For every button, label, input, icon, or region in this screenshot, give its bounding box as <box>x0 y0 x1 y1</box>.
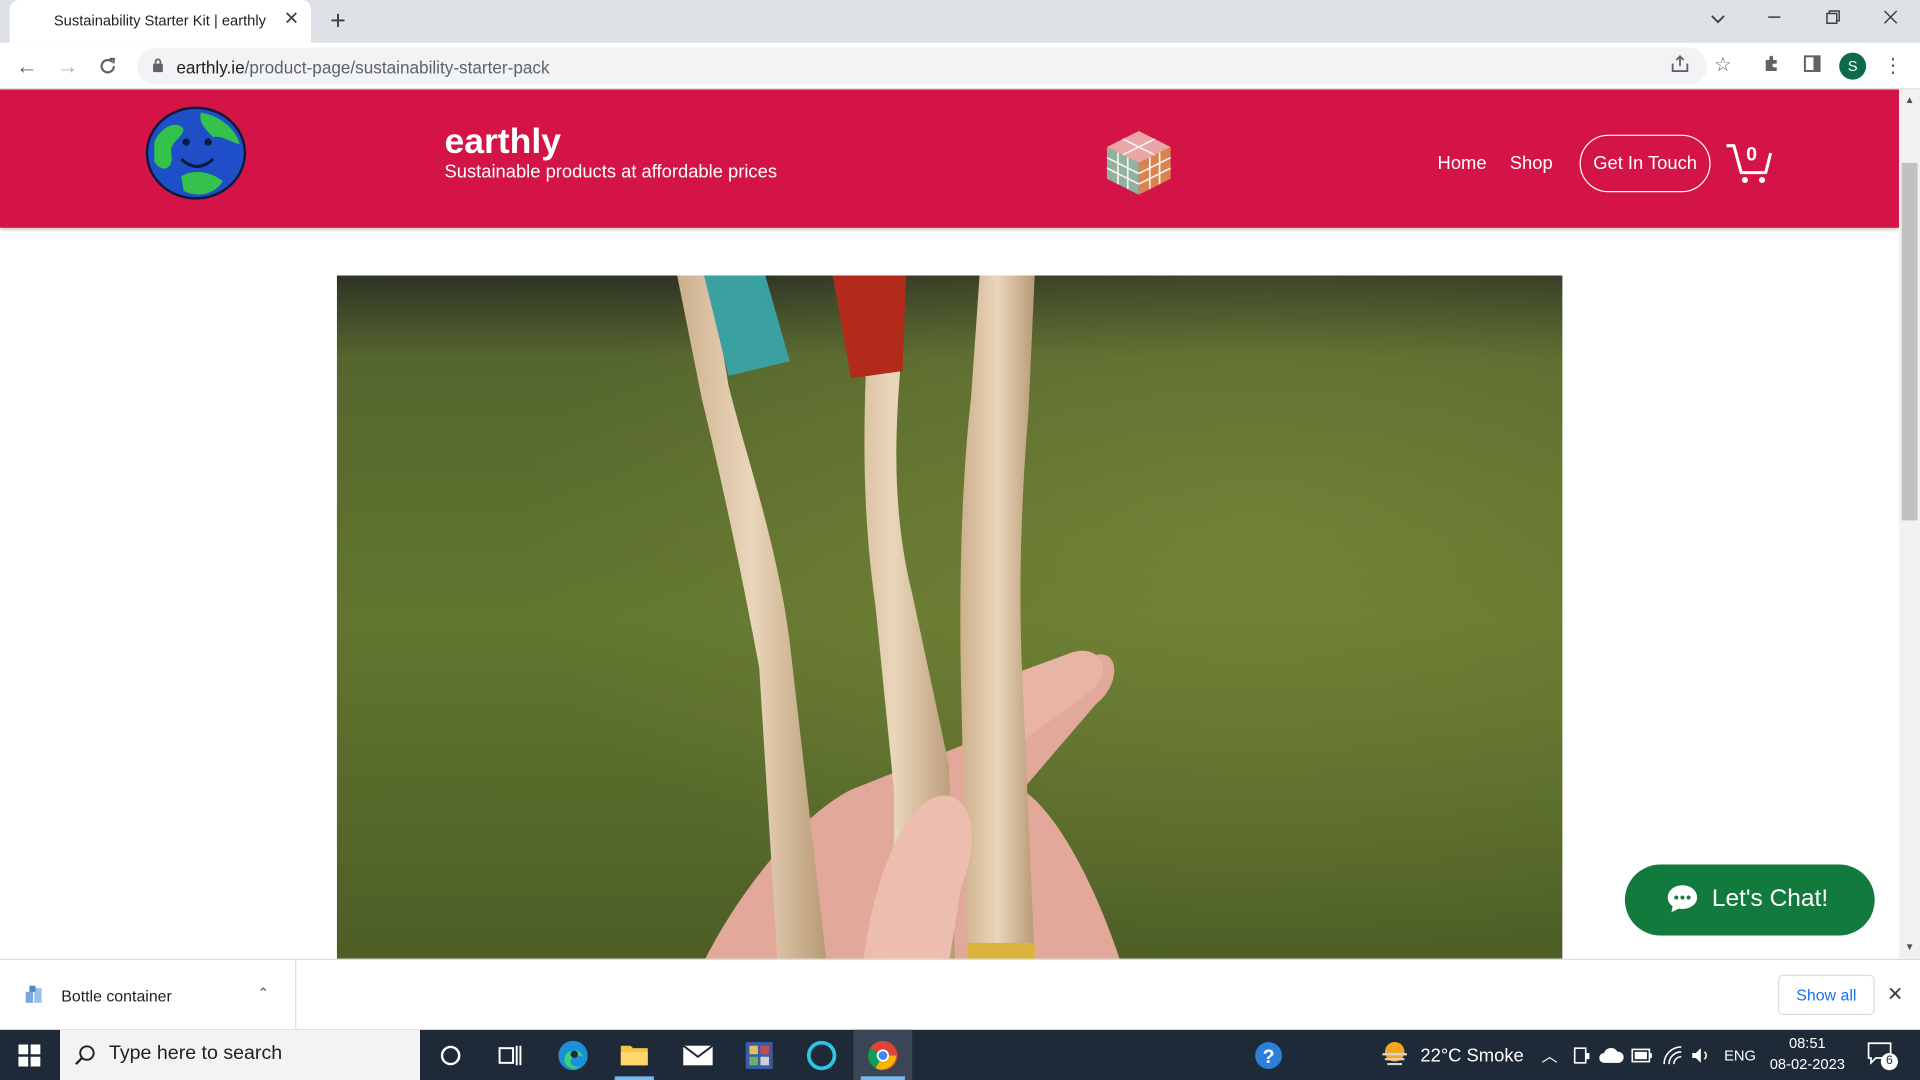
download-bar: Bottle container ⌃ Show all ✕ <box>0 958 1920 1032</box>
product-image[interactable] <box>336 275 1563 959</box>
brand-tagline: Sustainable products at affordable price… <box>444 161 778 183</box>
battery-icon[interactable] <box>1631 1048 1653 1063</box>
nav-home-link[interactable]: Home <box>1438 153 1487 174</box>
restore-icon[interactable] <box>1805 2 1861 39</box>
lock-icon[interactable] <box>152 58 164 73</box>
notification-count-badge: 6 <box>1880 1053 1898 1071</box>
forward-icon[interactable]: → <box>51 50 83 82</box>
download-file-icon <box>25 985 42 1003</box>
scroll-up-icon[interactable]: ▲ <box>1899 92 1920 109</box>
cube-logo-icon <box>1106 131 1171 195</box>
back-icon[interactable]: ← <box>11 50 43 82</box>
minimize-icon[interactable] <box>1746 2 1802 39</box>
tray-chevron-icon[interactable]: ︿ <box>1542 1043 1558 1066</box>
divider <box>295 960 297 1032</box>
clock[interactable]: 08:51 08-02-2023 <box>1763 1033 1851 1075</box>
weather-text[interactable]: 22°C Smoke <box>1420 1046 1523 1067</box>
active-indicator <box>614 1076 654 1080</box>
site-header: earthly Sustainable products at affordab… <box>0 89 1900 228</box>
task-view-icon[interactable] <box>480 1030 539 1080</box>
url-domain: earthly.ie <box>176 57 245 78</box>
close-download-bar-icon[interactable]: ✕ <box>1887 982 1903 1006</box>
search-placeholder: Type here to search <box>108 1043 283 1065</box>
tab-search-icon[interactable] <box>1690 2 1746 39</box>
search-icon <box>75 1045 95 1065</box>
browser-tab[interactable]: Sustainability Starter Kit | earthly ✕ <box>9 0 312 43</box>
active-indicator <box>860 1076 905 1080</box>
taskbar-search-box[interactable]: Type here to search <box>60 1029 421 1080</box>
new-tab-icon[interactable]: + <box>323 6 352 35</box>
clock-time: 08:51 <box>1788 1034 1826 1052</box>
chat-label: Let's Chat! <box>1711 885 1829 913</box>
wifi-icon[interactable] <box>1662 1046 1684 1066</box>
close-tab-icon[interactable]: ✕ <box>282 9 302 31</box>
tab-strip: Sustainability Starter Kit | earthly ✕ + <box>0 0 1920 43</box>
photos-app-icon[interactable] <box>730 1030 789 1080</box>
chat-bubble-icon <box>1667 885 1698 913</box>
nav-shop-link[interactable]: Shop <box>1510 153 1553 174</box>
svg-text:?: ? <box>1263 1046 1275 1068</box>
file-explorer-icon[interactable] <box>605 1030 664 1080</box>
side-panel-icon[interactable] <box>1799 54 1826 81</box>
extensions-icon[interactable] <box>1758 54 1785 81</box>
device-icon[interactable] <box>1572 1046 1592 1066</box>
help-icon[interactable]: ? <box>1239 1030 1298 1080</box>
chevron-up-icon[interactable]: ⌃ <box>257 984 269 1001</box>
url-text: earthly.ie/product-page/sustainability-s… <box>176 58 549 78</box>
browser-menu-icon[interactable]: ⋮ <box>1880 54 1907 81</box>
notifications-button[interactable]: 6 <box>1866 1041 1898 1071</box>
address-bar[interactable]: earthly.ie/product-page/sustainability-s… <box>137 47 1707 85</box>
browser-toolbar: ← → earthly.ie/product-page/sustainabili… <box>0 42 1920 90</box>
page-viewport: earthly Sustainable products at affordab… <box>0 89 1900 959</box>
language-indicator[interactable]: ENG <box>1724 1047 1756 1064</box>
earth-logo-icon[interactable] <box>144 105 247 201</box>
scroll-thumb[interactable] <box>1901 162 1918 521</box>
onedrive-cloud-icon[interactable] <box>1599 1047 1624 1064</box>
cortana-icon[interactable] <box>421 1030 480 1080</box>
download-item[interactable]: Bottle container ⌃ <box>12 960 294 1031</box>
mail-icon[interactable] <box>669 1030 728 1080</box>
share-icon[interactable] <box>1668 54 1692 78</box>
scroll-down-icon[interactable]: ▼ <box>1899 939 1920 956</box>
reload-icon[interactable] <box>92 50 124 82</box>
windows-taskbar: Type here to search ? 22°C Smoke ︿ ENG 0… <box>0 1029 1920 1080</box>
weather-sun-icon[interactable] <box>1379 1040 1411 1067</box>
cart-count: 0 <box>1746 144 1758 166</box>
alexa-icon[interactable] <box>792 1030 851 1080</box>
profile-avatar[interactable]: S <box>1839 52 1867 80</box>
tab-title: Sustainability Starter Kit | earthly <box>53 12 266 30</box>
show-all-button[interactable]: Show all <box>1777 974 1875 1016</box>
download-file-name: Bottle container <box>61 986 172 1006</box>
volume-icon[interactable] <box>1690 1046 1712 1066</box>
clock-date: 08-02-2023 <box>1769 1055 1845 1073</box>
windows-start-icon[interactable] <box>18 1044 41 1067</box>
url-path: /product-page/sustainability-starter-pac… <box>244 57 550 78</box>
lets-chat-button[interactable]: Let's Chat! <box>1624 864 1875 936</box>
close-window-icon[interactable] <box>1862 2 1918 39</box>
get-in-touch-button[interactable]: Get In Touch <box>1579 134 1711 193</box>
chrome-icon[interactable] <box>853 1029 913 1080</box>
bookmark-star-icon[interactable]: ☆ <box>1711 54 1735 78</box>
edge-browser-icon[interactable] <box>544 1030 603 1080</box>
brand-name[interactable]: earthly <box>444 122 560 162</box>
page-scrollbar[interactable]: ▲ ▼ <box>1899 89 1920 959</box>
